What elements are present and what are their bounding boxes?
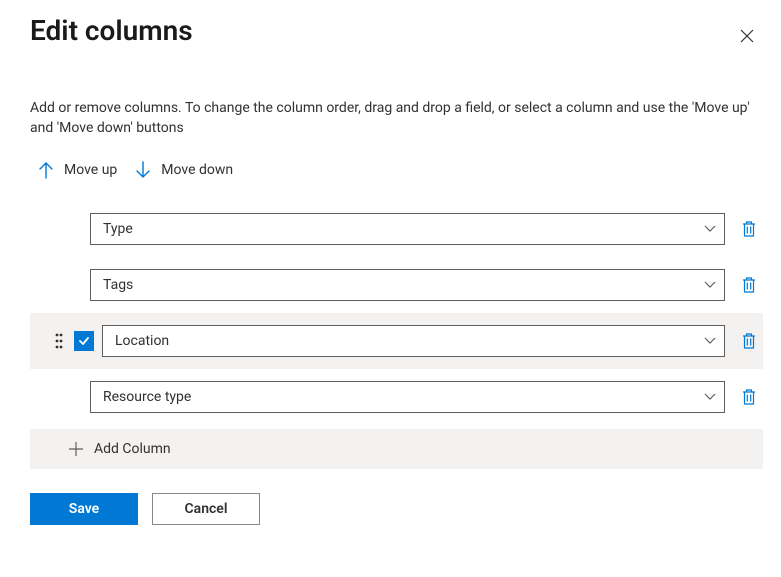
column-select[interactable]: Location	[102, 325, 725, 357]
column-row[interactable]: Resource type	[30, 369, 763, 425]
save-button[interactable]: Save	[30, 493, 138, 525]
drag-handle[interactable]	[52, 333, 66, 349]
add-column-button[interactable]: Add Column	[30, 429, 763, 469]
column-row[interactable]: Type	[30, 201, 763, 257]
panel-title: Edit columns	[30, 14, 193, 47]
row-checkbox[interactable]	[74, 331, 94, 351]
arrow-up-icon	[38, 161, 54, 179]
column-select[interactable]: Tags	[90, 269, 725, 301]
chevron-down-icon	[704, 281, 716, 289]
plus-icon	[68, 441, 84, 457]
column-select[interactable]: Resource type	[90, 381, 725, 413]
move-down-button[interactable]: Move down	[135, 161, 233, 179]
close-icon	[740, 29, 754, 43]
column-select-value: Type	[103, 221, 133, 237]
cancel-button[interactable]: Cancel	[152, 493, 260, 525]
add-column-label: Add Column	[94, 441, 171, 457]
move-up-button[interactable]: Move up	[38, 161, 117, 179]
panel-description: Add or remove columns. To change the col…	[30, 98, 763, 139]
delete-column-button[interactable]	[737, 217, 761, 241]
column-row[interactable]: Tags	[30, 257, 763, 313]
drag-handle-icon	[55, 333, 63, 349]
column-list: Type Tags	[30, 201, 763, 469]
chevron-down-icon	[704, 393, 716, 401]
column-row-selected[interactable]: Location	[30, 313, 763, 369]
column-select-value: Resource type	[103, 389, 191, 405]
delete-column-button[interactable]	[737, 329, 761, 353]
footer-actions: Save Cancel	[30, 493, 763, 545]
arrow-down-icon	[135, 161, 151, 179]
chevron-down-icon	[704, 337, 716, 345]
reorder-toolbar: Move up Move down	[30, 161, 763, 179]
chevron-down-icon	[704, 225, 716, 233]
delete-column-button[interactable]	[737, 385, 761, 409]
column-select[interactable]: Type	[90, 213, 725, 245]
checkmark-icon	[77, 334, 91, 348]
delete-column-button[interactable]	[737, 273, 761, 297]
column-select-value: Location	[115, 333, 169, 349]
move-up-label: Move up	[64, 162, 117, 178]
trash-icon	[741, 332, 757, 350]
trash-icon	[741, 220, 757, 238]
trash-icon	[741, 388, 757, 406]
column-select-value: Tags	[103, 277, 133, 293]
trash-icon	[741, 276, 757, 294]
move-down-label: Move down	[161, 162, 233, 178]
close-button[interactable]	[731, 20, 763, 52]
